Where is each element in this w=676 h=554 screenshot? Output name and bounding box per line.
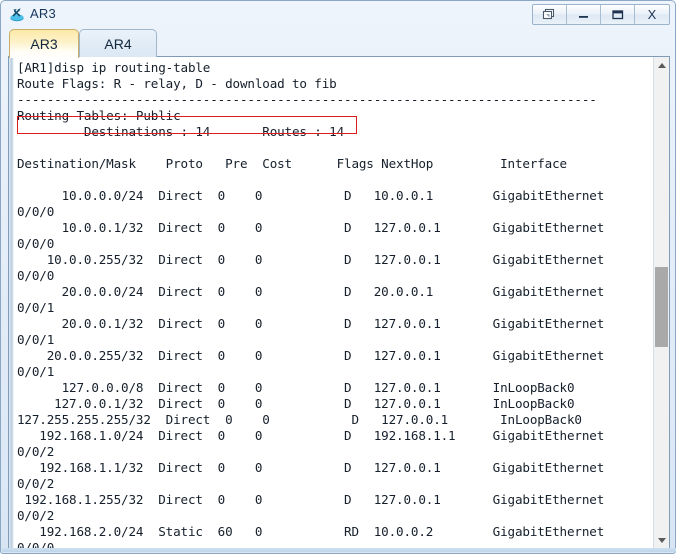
close-button[interactable]: X xyxy=(635,5,669,24)
chevron-down-icon xyxy=(657,538,666,543)
scroll-up-button[interactable] xyxy=(654,57,669,74)
console-output-area[interactable]: [AR1]disp ip routing-table Route Flags: … xyxy=(15,57,654,549)
router-icon xyxy=(8,5,26,23)
vertical-scrollbar[interactable] xyxy=(653,57,669,549)
status-bar xyxy=(2,548,676,552)
restore-button[interactable] xyxy=(533,5,567,24)
title-bar: AR3 X xyxy=(1,1,675,26)
chevron-up-icon xyxy=(657,63,666,68)
terminal-window: AR3 X AR3 AR4 [AR1]disp ip routing-table… xyxy=(0,0,676,554)
scroll-down-button[interactable] xyxy=(654,532,669,549)
scrollbar-thumb[interactable] xyxy=(655,267,668,347)
maximize-button[interactable] xyxy=(601,5,635,24)
tab-strip: AR3 AR4 xyxy=(1,26,675,58)
window-title: AR3 xyxy=(30,6,56,21)
minimize-button[interactable] xyxy=(567,5,601,24)
close-icon: X xyxy=(647,7,657,22)
tab-ar4-label: AR4 xyxy=(104,35,132,52)
terminal-pane[interactable]: [AR1]disp ip routing-table Route Flags: … xyxy=(8,56,670,550)
window-controls: X xyxy=(532,4,670,25)
tab-ar4[interactable]: AR4 xyxy=(79,29,157,57)
tab-ar3-label: AR3 xyxy=(30,36,58,52)
terminal-left-rail xyxy=(9,57,14,549)
tab-ar3[interactable]: AR3 xyxy=(9,29,79,58)
console-text: [AR1]disp ip routing-table Route Flags: … xyxy=(17,60,605,549)
